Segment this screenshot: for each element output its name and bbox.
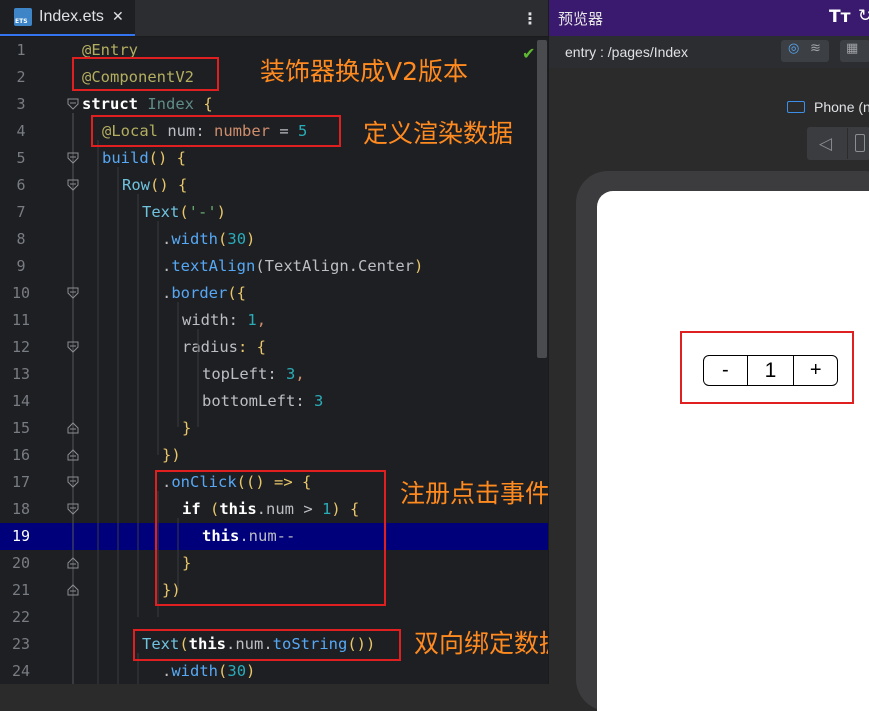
annotation-define: 定义渲染数据 bbox=[363, 119, 514, 148]
line-number: 5 bbox=[16, 149, 26, 167]
layers-icon[interactable]: ≋ bbox=[810, 41, 821, 56]
line-number: 7 bbox=[16, 203, 26, 221]
line-number: 2 bbox=[16, 68, 26, 86]
phone-rotate-icon[interactable] bbox=[855, 134, 865, 152]
highlight-box-onclick bbox=[155, 470, 386, 606]
annotation-register: 注册点击事件 bbox=[400, 479, 551, 508]
annotation-bind: 双向绑定数据 bbox=[414, 629, 565, 658]
code-line: 10 .border({ bbox=[0, 280, 548, 307]
previewer-header: 预览器 Tт ↻ bbox=[549, 0, 869, 36]
grid-button[interactable]: ▦ bbox=[840, 40, 869, 62]
refresh-icon[interactable]: ↻ bbox=[858, 6, 869, 26]
code-text: .width(30) bbox=[162, 662, 256, 680]
no-problems-check-icon[interactable]: ✔ bbox=[522, 44, 535, 63]
line-number: 19 bbox=[11, 527, 31, 545]
device-selector[interactable]: Phone (n bbox=[814, 99, 869, 115]
line-number: 6 bbox=[16, 176, 26, 194]
line-number: 1 bbox=[16, 41, 26, 59]
code-text: }) bbox=[162, 446, 181, 464]
editor-tab-bar: ETS Index.ets ✕ ⋮ bbox=[0, 0, 548, 37]
code-text: .border({ bbox=[162, 284, 247, 302]
annotation-decorator: 装饰器换成V2版本 bbox=[260, 57, 469, 86]
code-text: width: 1, bbox=[182, 311, 267, 329]
code-line: 11 width: 1, bbox=[0, 307, 548, 334]
previewer-toolbar: entry : /pages/Index ◎ ≋ ▦ bbox=[549, 36, 869, 68]
inspect-icon[interactable]: ◎ bbox=[788, 41, 799, 56]
line-number: 15 bbox=[11, 419, 31, 437]
code-text: bottomLeft: 3 bbox=[202, 392, 324, 410]
phone-screen bbox=[597, 191, 869, 711]
line-number: 3 bbox=[16, 95, 26, 113]
code-text: struct Index { bbox=[82, 95, 213, 113]
line-number: 17 bbox=[11, 473, 31, 491]
editor-scrollbar[interactable] bbox=[537, 40, 547, 358]
line-number: 14 bbox=[11, 392, 31, 410]
line-number: 21 bbox=[11, 581, 31, 599]
line-number: 18 bbox=[11, 500, 31, 518]
line-number: 24 bbox=[11, 662, 31, 680]
close-icon[interactable]: ✕ bbox=[112, 9, 124, 25]
nav-divider bbox=[847, 128, 848, 159]
grid-icon: ▦ bbox=[846, 41, 859, 56]
code-text: } bbox=[182, 419, 192, 437]
line-number: 11 bbox=[11, 311, 31, 329]
code-text: .width(30) bbox=[162, 230, 256, 248]
code-line: 8 .width(30) bbox=[0, 226, 548, 253]
line-number: 16 bbox=[11, 446, 31, 464]
highlight-box-counter bbox=[680, 331, 854, 404]
code-text: radius: { bbox=[182, 338, 266, 356]
line-number: 13 bbox=[11, 365, 31, 383]
previewer-title: 预览器 bbox=[558, 10, 604, 28]
line-number: 12 bbox=[11, 338, 31, 356]
back-icon[interactable]: ◁ bbox=[819, 134, 832, 154]
code-line: 13 topLeft: 3, bbox=[0, 361, 548, 388]
line-number: 9 bbox=[16, 257, 26, 275]
tab-index-ets[interactable]: ETS Index.ets ✕ bbox=[0, 0, 135, 36]
line-number: 22 bbox=[11, 608, 31, 626]
code-text: build() { bbox=[102, 149, 186, 167]
line-number: 23 bbox=[11, 635, 31, 653]
code-line: 16 }) bbox=[0, 442, 548, 469]
code-text: Row() { bbox=[122, 176, 188, 194]
phone-device-icon bbox=[787, 101, 805, 113]
more-options-icon[interactable]: ⋮ bbox=[522, 9, 538, 28]
highlight-box-text bbox=[133, 629, 401, 661]
code-line: 12 radius: { bbox=[0, 334, 548, 361]
code-editor[interactable]: ETS Index.ets ✕ ⋮ 1 @Entry 2 @ComponentV… bbox=[0, 0, 551, 685]
code-text: topLeft: 3, bbox=[202, 365, 305, 383]
highlight-box-decorator bbox=[72, 57, 219, 91]
code-text: Text('-') bbox=[142, 203, 227, 221]
font-size-icon[interactable]: Tт bbox=[829, 7, 850, 27]
code-line: 7 Text('-') bbox=[0, 199, 548, 226]
code-line: 15 } bbox=[0, 415, 548, 442]
line-number: 10 bbox=[11, 284, 31, 302]
ets-file-icon: ETS bbox=[14, 8, 32, 26]
line-number: 8 bbox=[16, 230, 26, 248]
tab-title: Index.ets bbox=[39, 8, 104, 25]
previewer-panel: 预览器 Tт ↻ entry : /pages/Index ◎ ≋ ▦ Phon… bbox=[548, 0, 869, 711]
code-line: 14 bottomLeft: 3 bbox=[0, 388, 548, 415]
page-path: entry : /pages/Index bbox=[565, 44, 688, 60]
highlight-box-local bbox=[91, 115, 341, 147]
code-line: 9 .textAlign(TextAlign.Center) bbox=[0, 253, 548, 280]
code-line: 24 .width(30) bbox=[0, 658, 548, 685]
code-text: .textAlign(TextAlign.Center) bbox=[162, 257, 424, 275]
line-number: 4 bbox=[16, 122, 26, 140]
line-number: 20 bbox=[11, 554, 31, 572]
code-line: 6 Row() { bbox=[0, 172, 548, 199]
